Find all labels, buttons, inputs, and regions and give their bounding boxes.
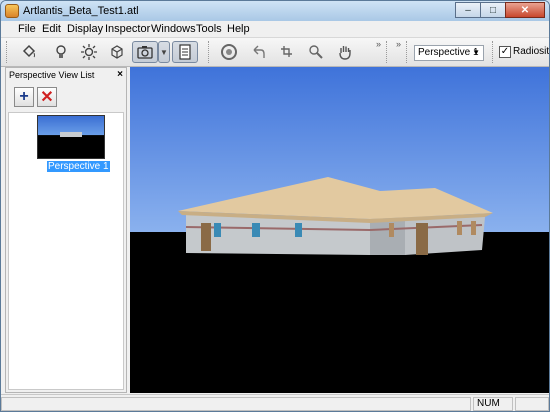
app-window: Artlantis_Beta_Test1.atl – □ ✕ File Edit… (0, 0, 550, 412)
menu-bar: File Edit Display Inspector Windows Tool… (1, 21, 549, 38)
maximize-button[interactable]: □ (480, 2, 506, 18)
close-button[interactable]: ✕ (505, 2, 545, 18)
window-controls: – □ ✕ (455, 2, 545, 18)
add-view-button[interactable]: + (14, 87, 34, 107)
window-title: Artlantis_Beta_Test1.atl (23, 5, 139, 17)
view-thumbnail[interactable] (37, 115, 105, 159)
chevron-down-icon: ▼ (472, 48, 480, 57)
paint-bucket-icon[interactable] (18, 41, 40, 63)
panel-title: Perspective View List (9, 70, 95, 80)
status-cell-empty (515, 397, 549, 411)
delete-view-button[interactable]: ✕ (37, 87, 57, 107)
scene-render (130, 67, 549, 393)
camera-button[interactable] (132, 41, 158, 63)
num-lock-indicator: NUM (473, 397, 513, 411)
menu-edit[interactable]: Edit (42, 23, 61, 35)
undo-icon[interactable] (247, 41, 269, 63)
menu-help[interactable]: Help (227, 23, 250, 35)
perspective-select-value: Perspective 1 (418, 47, 479, 58)
cube-icon[interactable] (106, 41, 128, 63)
toolbar-overflow-icon[interactable]: » (376, 39, 381, 49)
dropdown-arrow-icon[interactable]: ▼ (158, 41, 170, 63)
view-list: Perspective 1 (8, 112, 124, 390)
fit-icon[interactable] (276, 41, 298, 63)
toolbar-overflow-icon[interactable]: » (396, 39, 401, 49)
sun-icon[interactable] (78, 41, 100, 63)
menu-tools[interactable]: Tools (196, 23, 222, 35)
hand-icon[interactable] (334, 41, 356, 63)
page-icon (179, 44, 191, 60)
zoom-icon[interactable] (305, 41, 327, 63)
app-icon (5, 4, 19, 18)
toolbar: ▼ » » Perspective 1 ▼ ✓ Radiosity (1, 38, 549, 67)
rotate-icon[interactable] (218, 41, 240, 63)
menu-windows[interactable]: Windows (151, 23, 196, 35)
panel-header: Perspective View List × (6, 68, 126, 82)
status-bar: NUM (1, 394, 549, 411)
toolbar-grip[interactable] (406, 41, 410, 63)
camera-icon (137, 46, 153, 59)
toolbar-separator (386, 41, 390, 63)
minimize-button[interactable]: – (455, 2, 481, 18)
lightbulb-icon[interactable] (50, 41, 72, 63)
3d-viewport[interactable] (130, 67, 549, 393)
perspective-select[interactable]: Perspective 1 ▼ (414, 45, 484, 61)
radiosity-checkbox[interactable]: ✓ (499, 46, 511, 58)
close-icon[interactable]: × (117, 68, 123, 82)
radiosity-label: Radiosity (513, 46, 550, 57)
page-button[interactable] (172, 41, 198, 63)
toolbar-separator (208, 41, 212, 63)
view-label[interactable]: Perspective 1 (47, 161, 110, 172)
menu-file[interactable]: File (18, 23, 36, 35)
toolbar-grip (492, 41, 496, 63)
status-message (1, 397, 471, 411)
title-bar: Artlantis_Beta_Test1.atl – □ ✕ (1, 1, 549, 21)
toolbar-grip[interactable] (6, 41, 10, 63)
perspective-view-list-panel: Perspective View List × + ✕ Perspective … (5, 67, 127, 393)
menu-inspector[interactable]: Inspector (105, 23, 150, 35)
menu-display[interactable]: Display (67, 23, 103, 35)
house-thumbnail-shape (60, 132, 82, 137)
